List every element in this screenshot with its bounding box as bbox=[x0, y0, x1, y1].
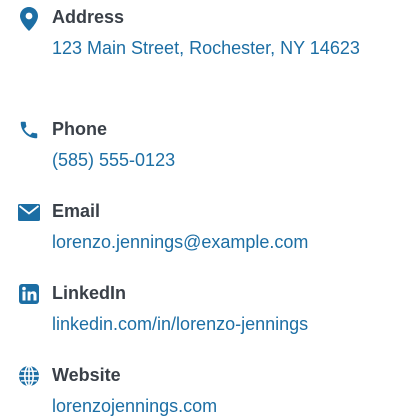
globe-icon bbox=[16, 363, 42, 389]
phone-link[interactable]: (585) 555-0123 bbox=[52, 146, 392, 174]
address-label: Address bbox=[52, 7, 125, 27]
phone-icon bbox=[16, 117, 42, 143]
address-value: 123 Main Street, Rochester, NY 14623 bbox=[52, 38, 360, 58]
email-label: Email bbox=[52, 201, 101, 221]
linkedin-icon bbox=[16, 281, 42, 307]
website-label: Website bbox=[52, 365, 121, 385]
linkedin-label: LinkedIn bbox=[52, 283, 127, 303]
map-pin-icon bbox=[16, 6, 42, 32]
phone-label: Phone bbox=[52, 119, 108, 139]
linkedin-link[interactable]: linkedin.com/in/lorenzo-jennings bbox=[52, 310, 392, 338]
envelope-icon bbox=[16, 199, 42, 225]
email-link[interactable]: lorenzo.jennings@example.com bbox=[52, 228, 392, 256]
contact-list: Address 123 Main Street, Rochester, NY 1… bbox=[0, 0, 404, 420]
website-link[interactable]: lorenzojennings.com bbox=[52, 392, 392, 420]
